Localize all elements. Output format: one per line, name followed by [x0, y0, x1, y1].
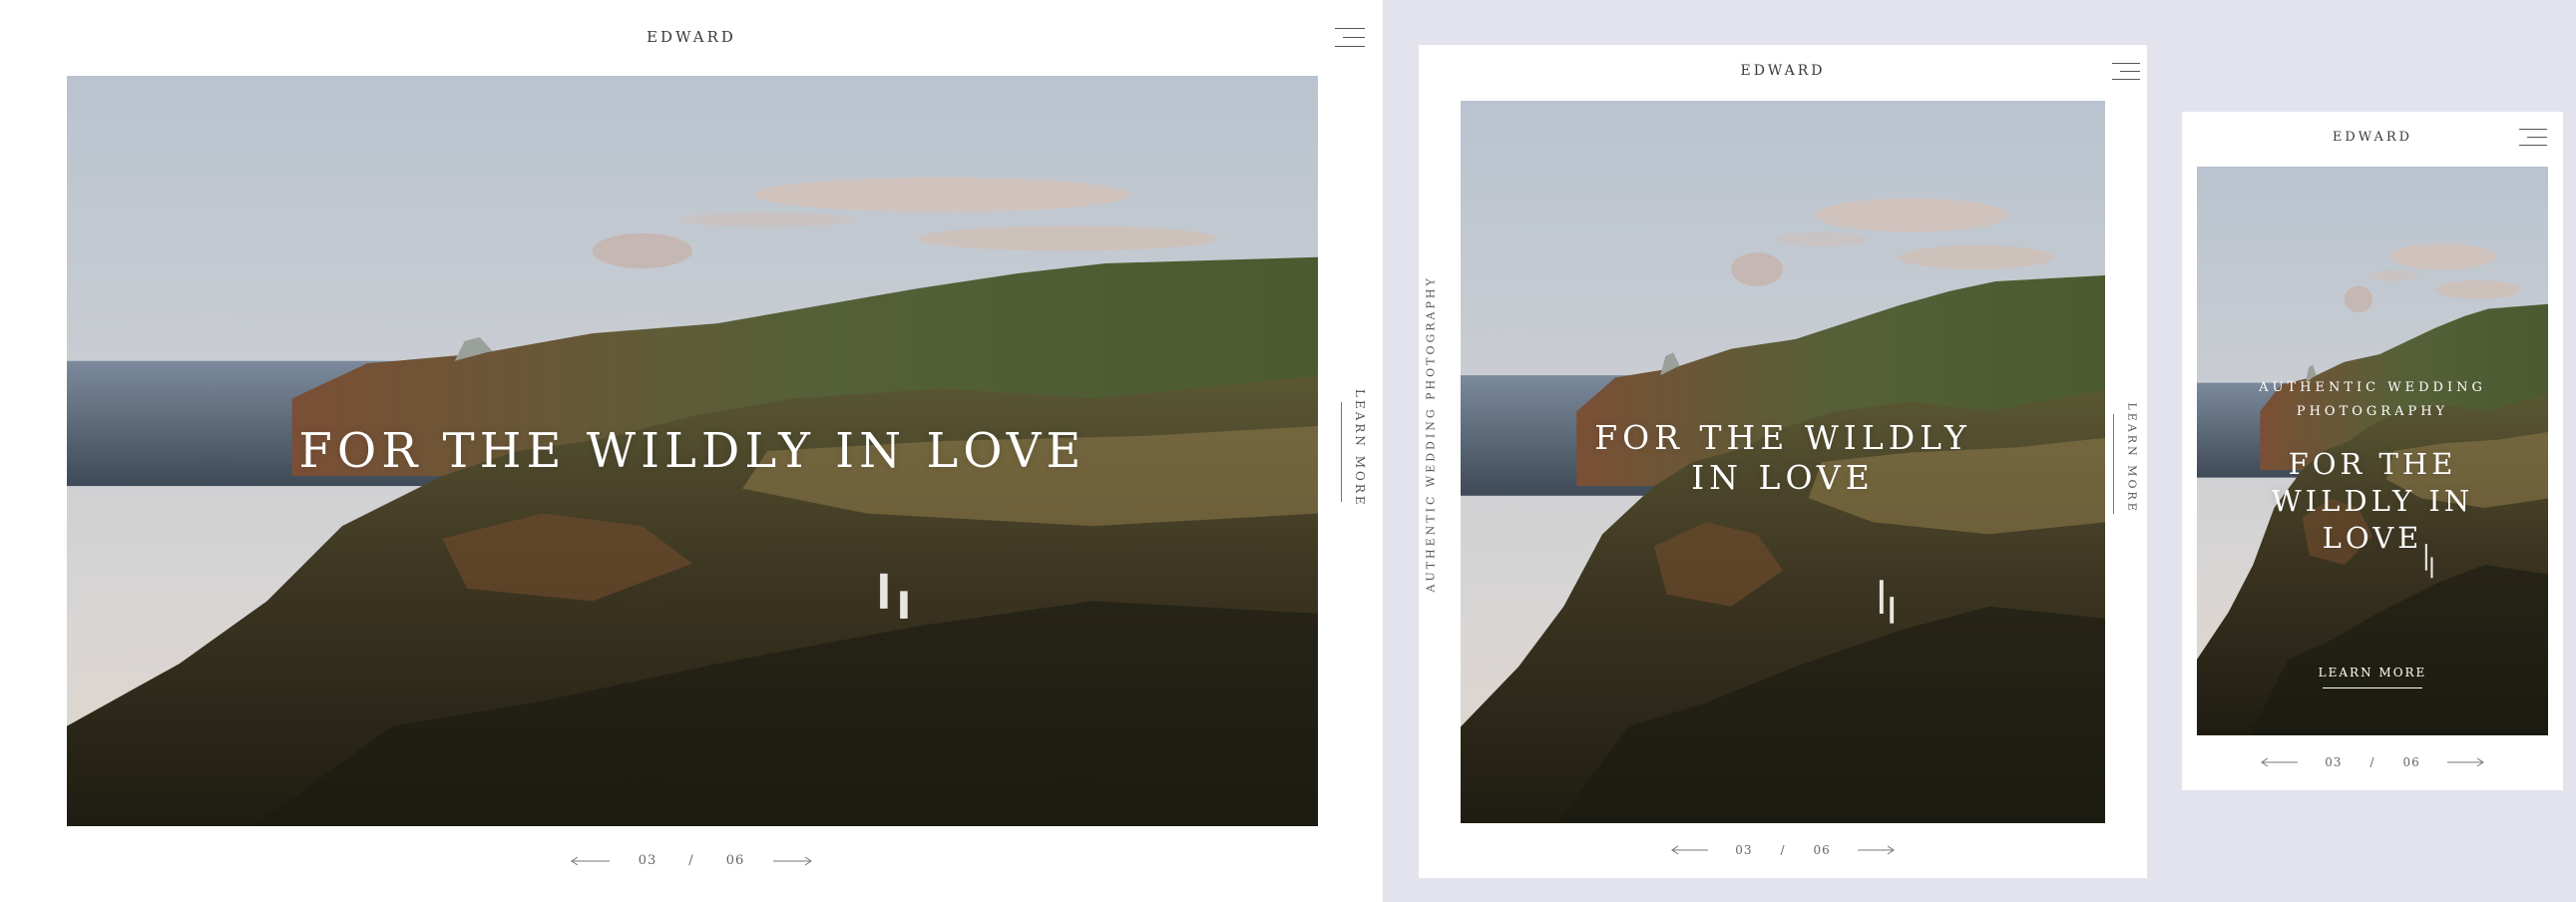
hamburger-icon[interactable] — [1335, 28, 1365, 48]
brand-logo[interactable]: EDWARD — [2182, 130, 2563, 145]
arrow-left-icon[interactable] — [570, 856, 611, 866]
brand-logo[interactable]: EDWARD — [0, 28, 1383, 46]
hero-image: FOR THE WILDLY IN LOVE — [1461, 101, 2105, 823]
desktop-frame: EDWARD FOR THE WILDLY IN LOVE LEARN MORE… — [0, 0, 1383, 902]
arrow-left-icon[interactable] — [2261, 757, 2299, 767]
hero-image: AUTHENTIC WEDDING PHOTOGRAPHY FOR THE WI… — [2197, 167, 2548, 735]
slide-pager: 03 / 06 — [0, 853, 1383, 868]
hero-headline: FOR THE WILDLY IN LOVE — [2271, 447, 2474, 555]
brand-logo[interactable]: EDWARD — [1419, 63, 2147, 79]
mobile-frame: EDWARD AUTHENTIC WEDDING PHOTOGRAPHY FOR… — [2182, 112, 2563, 790]
arrow-right-icon[interactable] — [772, 856, 813, 866]
hamburger-icon[interactable] — [2519, 129, 2547, 147]
total-slides: 06 — [725, 853, 745, 868]
slide-pager: 03 / 06 — [2182, 755, 2563, 769]
learn-more-line — [1341, 402, 1342, 502]
current-slide: 03 — [1735, 843, 1753, 857]
arrow-right-icon[interactable] — [2446, 757, 2484, 767]
total-slides: 06 — [1813, 843, 1831, 857]
pager-separator: / — [1780, 843, 1786, 857]
hero-headline: FOR THE WILDLY IN LOVE — [1594, 418, 1971, 497]
current-slide: 03 — [2325, 755, 2343, 769]
tagline-vertical: AUTHENTIC WEDDING PHOTOGRAPHY — [1424, 275, 1438, 593]
learn-more-line — [2113, 414, 2114, 514]
hero-image: FOR THE WILDLY IN LOVE — [67, 76, 1318, 826]
slide-pager: 03 / 06 — [1419, 843, 2147, 857]
hero-tagline: AUTHENTIC WEDDING PHOTOGRAPHY — [2259, 380, 2486, 419]
total-slides: 06 — [2402, 755, 2420, 769]
arrow-right-icon[interactable] — [1857, 845, 1895, 855]
tablet-frame: EDWARD AUTHENTIC WEDDING PHOTOGRAPHY FOR… — [1419, 45, 2147, 878]
hamburger-icon[interactable] — [2112, 63, 2140, 81]
current-slide: 03 — [638, 853, 657, 868]
arrow-left-icon[interactable] — [1671, 845, 1709, 855]
pager-separator: / — [2369, 755, 2375, 769]
learn-more-link[interactable]: LEARN MORE — [2126, 403, 2139, 523]
hero-headline: FOR THE WILDLY IN LOVE — [298, 423, 1086, 479]
pager-separator: / — [688, 853, 694, 868]
learn-more-button[interactable]: LEARN MORE — [2197, 666, 2548, 688]
learn-more-link[interactable]: LEARN MORE — [1353, 389, 1367, 509]
